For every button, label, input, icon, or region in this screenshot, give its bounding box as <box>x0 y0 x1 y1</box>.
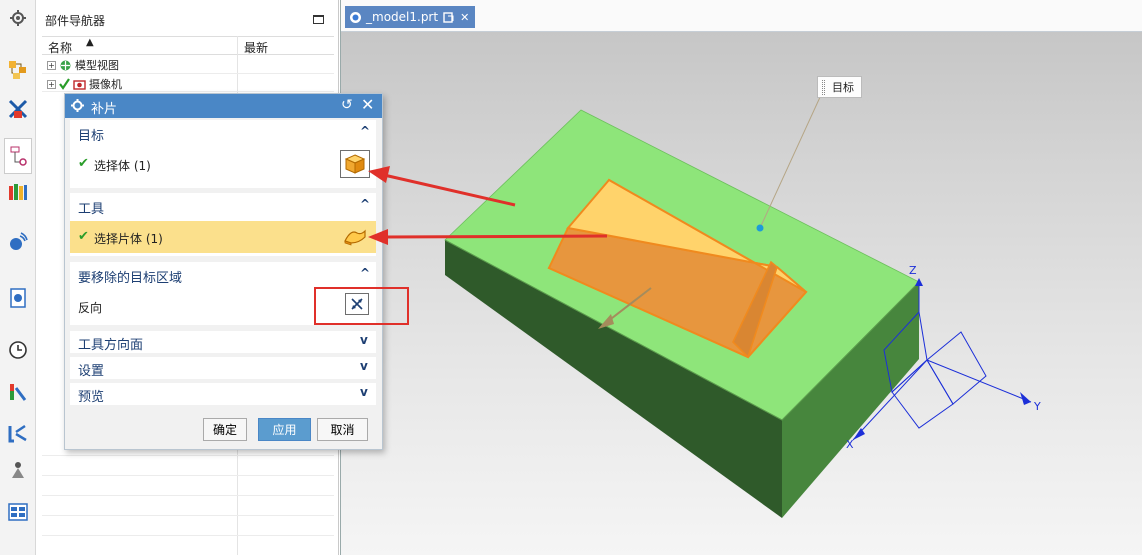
target-callout-label: 目标 <box>832 81 854 94</box>
tree-item-label: 模型视图 <box>75 59 119 72</box>
section-title: 要移除的目标区域 <box>78 271 183 286</box>
grid-line <box>42 495 334 496</box>
section-title: 设置 <box>78 364 105 379</box>
y-axis <box>926 359 1032 403</box>
patch-dialog: 补片 ↺ ✕ 目标 ^ ✔ 选择体 (1) 工具 ^ ✔ 选择片体 (1) 要移… <box>64 93 383 450</box>
graphics-window[interactable]: _model1.prt ✕ Z Y X 目标 <box>340 0 1142 555</box>
sheet-body-icon <box>344 229 366 246</box>
chevron-down-icon[interactable]: v <box>360 385 368 399</box>
dialog-title: 补片 <box>91 102 118 117</box>
chevron-up-icon[interactable]: ^ <box>360 124 370 138</box>
grid-line <box>42 515 334 516</box>
expand-icon[interactable]: + <box>47 79 56 89</box>
target-section: 目标 ^ ✔ 选择体 (1) <box>70 120 376 188</box>
chevron-down-icon[interactable]: v <box>360 359 368 373</box>
assembly-navigator-icon[interactable] <box>6 58 30 82</box>
callout-leader-line <box>759 94 822 229</box>
preview-section[interactable]: 预览 v <box>70 383 376 405</box>
history-document-icon[interactable] <box>6 286 30 310</box>
settings-gear-icon[interactable] <box>6 6 30 30</box>
part-navigator-icon[interactable] <box>4 138 32 174</box>
select-body-label: 选择体 (1) <box>94 159 151 173</box>
grid-line <box>42 455 334 456</box>
callout-grip <box>822 80 825 95</box>
maximize-icon[interactable] <box>313 15 324 24</box>
model-scene[interactable]: Z Y X <box>341 0 1142 555</box>
model-views-icon <box>60 60 71 70</box>
chevron-down-icon[interactable]: v <box>360 333 368 347</box>
z-axis-label: Z <box>909 264 917 277</box>
target-section-header[interactable]: 目标 ^ <box>70 120 376 144</box>
web-browser-icon[interactable] <box>6 230 30 254</box>
expand-icon[interactable]: + <box>47 60 56 70</box>
target-region-section-header[interactable]: 要移除的目标区域 ^ <box>70 262 376 286</box>
grid-line <box>42 475 334 476</box>
dialog-gear-icon[interactable] <box>70 98 85 113</box>
select-sheet-label: 选择片体 (1) <box>94 232 163 246</box>
checkmark-icon: ✔ <box>78 229 89 244</box>
grid-line <box>42 535 334 536</box>
layout-palette-icon[interactable] <box>6 500 30 524</box>
select-body-row[interactable]: ✔ 选择体 (1) <box>70 148 376 180</box>
roles-icon[interactable] <box>6 380 30 404</box>
tree-item-label: 摄像机 <box>89 78 122 91</box>
select-body-button[interactable] <box>340 150 370 178</box>
reset-icon[interactable]: ↺ <box>341 97 353 113</box>
reverse-label: 反向 <box>78 301 103 315</box>
callout-anchor-point <box>756 224 764 232</box>
highlight-box <box>314 287 409 325</box>
grid-line <box>42 73 334 74</box>
reuse-library-icon[interactable] <box>6 180 30 204</box>
tree-item-model-views[interactable]: + 模型视图 <box>47 57 119 73</box>
column-name-header[interactable]: 名称 <box>48 39 72 56</box>
camera-icon <box>73 79 86 90</box>
section-title: 工具 <box>78 202 105 217</box>
constraint-navigator-icon[interactable] <box>6 97 30 121</box>
system-materials-icon[interactable] <box>6 421 30 445</box>
checkmark-icon <box>59 78 70 90</box>
chevron-up-icon[interactable]: ^ <box>360 197 370 211</box>
tool-section-header[interactable]: 工具 ^ <box>70 193 376 217</box>
close-icon[interactable]: ✕ <box>361 95 374 114</box>
settings-section[interactable]: 设置 v <box>70 357 376 379</box>
y-axis-label: Y <box>1033 400 1041 413</box>
section-title: 预览 <box>78 390 105 405</box>
process-studio-icon[interactable] <box>6 458 30 482</box>
resource-bar <box>0 0 36 555</box>
x-axis-label: X <box>846 438 854 451</box>
clock-icon[interactable] <box>6 338 30 362</box>
navigator-title: 部件导航器 <box>45 14 106 28</box>
target-callout: 目标 <box>817 76 862 98</box>
dialog-titlebar[interactable]: 补片 ↺ ✕ <box>65 94 382 118</box>
solid-body-icon <box>344 154 366 174</box>
navigator-column-header: 名称 ▲ 最新 <box>42 36 334 55</box>
section-title: 目标 <box>78 129 105 144</box>
sort-ascending-icon[interactable]: ▲ <box>86 37 94 48</box>
section-title: 工具方向面 <box>78 338 144 353</box>
tool-direction-face-section[interactable]: 工具方向面 v <box>70 331 376 353</box>
apply-button[interactable]: 应用 <box>258 418 311 441</box>
select-sheet-button[interactable] <box>340 223 370 251</box>
column-latest-header[interactable]: 最新 <box>244 39 268 56</box>
wcs-plane-yz <box>926 331 987 405</box>
tree-item-cameras[interactable]: + 摄像机 <box>47 76 122 92</box>
checkmark-icon: ✔ <box>78 156 89 171</box>
select-sheet-row[interactable]: ✔ 选择片体 (1) <box>70 221 376 253</box>
tool-section: 工具 ^ ✔ 选择片体 (1) <box>70 193 376 256</box>
chevron-up-icon[interactable]: ^ <box>360 266 370 280</box>
ok-button[interactable]: 确定 <box>203 418 247 441</box>
cancel-button[interactable]: 取消 <box>317 418 368 441</box>
